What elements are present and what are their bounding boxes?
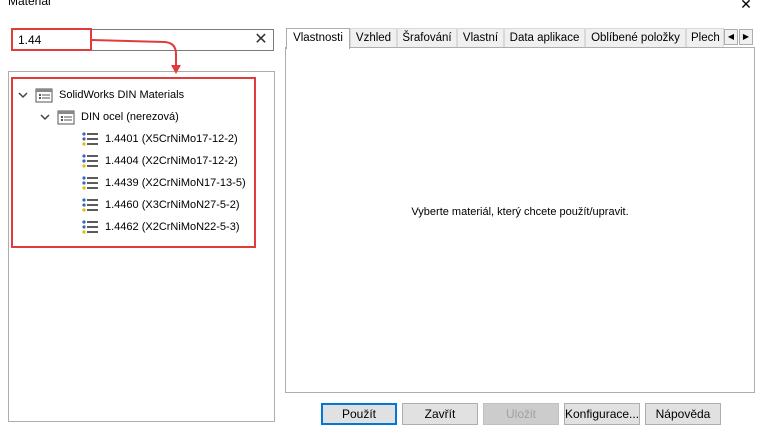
clear-search-icon[interactable]: ✕	[253, 30, 269, 50]
tab-vzhled[interactable]: Vzhled	[350, 28, 397, 48]
save-button: Uložit	[483, 403, 559, 425]
title-bar: Material ✕	[0, 0, 762, 14]
tab-strip: Vlastnosti Vzhled Šrafování Vlastní Data…	[286, 28, 754, 49]
help-button[interactable]: Nápověda	[645, 403, 721, 425]
close-icon[interactable]: ✕	[738, 0, 754, 12]
apply-button[interactable]: Použít	[321, 403, 397, 425]
tab-data-aplikace[interactable]: Data aplikace	[504, 28, 585, 48]
results-highlight-box	[11, 77, 256, 248]
tab-oblibene-polozky[interactable]: Oblíbené položky	[585, 28, 686, 48]
window-title: Material	[8, 0, 51, 8]
tab-scroll-right-icon[interactable]: ▶	[739, 29, 753, 45]
tab-scroll-left-icon[interactable]: ◀	[724, 29, 738, 45]
close-button[interactable]: Zavřít	[402, 403, 478, 425]
select-material-message: Vyberte materiál, který chcete použít/up…	[411, 206, 629, 218]
tab-srafovani[interactable]: Šrafování	[397, 28, 457, 48]
material-dialog: Material ✕ 1.44 ✕ SolidWorks DIN Materia…	[0, 0, 762, 433]
configuration-button[interactable]: Konfigurace...	[564, 403, 640, 425]
search-highlight-box	[11, 28, 92, 51]
properties-panel: Vyberte materiál, který chcete použít/up…	[285, 47, 755, 393]
tab-vlastnosti[interactable]: Vlastnosti	[286, 28, 350, 49]
tab-plech[interactable]: Plech	[686, 28, 724, 48]
tab-vlastni[interactable]: Vlastní	[457, 28, 504, 48]
